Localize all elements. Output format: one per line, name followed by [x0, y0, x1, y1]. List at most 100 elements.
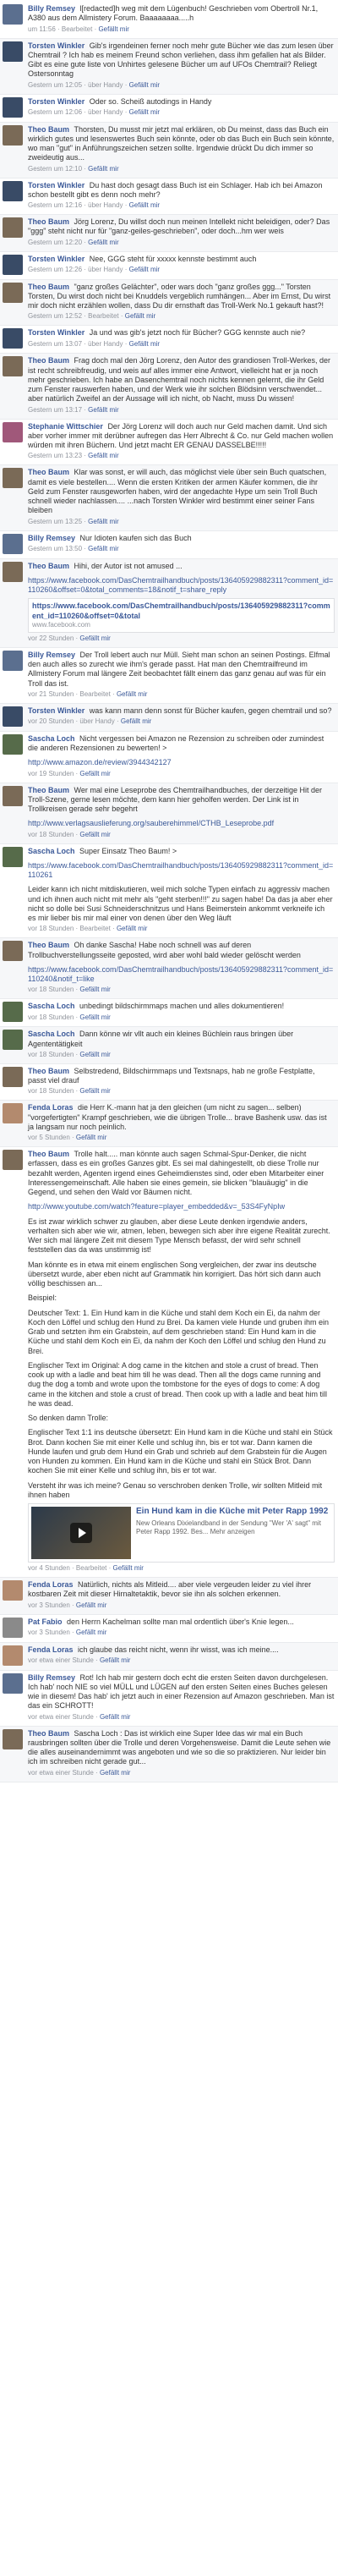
like-button[interactable]: Gefällt mir — [88, 452, 118, 459]
like-button[interactable]: Gefällt mir — [113, 1564, 144, 1572]
edited-label[interactable]: Bearbeitet — [79, 925, 110, 932]
like-button[interactable]: Gefällt mir — [129, 108, 160, 116]
like-button[interactable]: Gefällt mir — [76, 1601, 106, 1609]
avatar[interactable] — [3, 1150, 23, 1170]
like-button[interactable]: Gefällt mir — [98, 25, 128, 33]
like-button[interactable]: Gefällt mir — [129, 81, 160, 89]
comment-time[interactable]: vor 18 Stunden — [28, 1013, 74, 1021]
like-button[interactable]: Gefällt mir — [100, 1769, 130, 1777]
comment-time[interactable]: vor 18 Stunden — [28, 986, 74, 993]
like-button[interactable]: Gefällt mir — [88, 406, 118, 414]
comment-time[interactable]: vor 22 Stunden — [28, 634, 74, 642]
comment-author[interactable]: Theo Baum — [28, 562, 72, 570]
like-button[interactable]: Gefällt mir — [129, 201, 160, 209]
comment-author[interactable]: Torsten Winkler — [28, 706, 87, 715]
comment-author[interactable]: Theo Baum — [28, 941, 72, 949]
avatar[interactable] — [3, 1580, 23, 1601]
avatar[interactable] — [3, 254, 23, 275]
avatar[interactable] — [3, 124, 23, 146]
comment-time[interactable]: Gestern um 12:10 — [28, 165, 82, 173]
video-title[interactable]: Ein Hund kam in die Küche mit Peter Rapp… — [136, 1507, 331, 1518]
comment-author[interactable]: Theo Baum — [28, 125, 72, 134]
avatar[interactable] — [3, 1645, 23, 1666]
comment-author[interactable]: Theo Baum — [28, 1067, 72, 1075]
comment-link[interactable]: https://www.facebook.com/DasChemtrailhan… — [28, 576, 335, 596]
avatar[interactable] — [3, 356, 23, 377]
avatar[interactable] — [3, 4, 23, 25]
comment-time[interactable]: vor etwa einer Stunde — [28, 1656, 94, 1664]
like-button[interactable]: Gefällt mir — [76, 1134, 106, 1141]
comment-time[interactable]: vor 19 Stunden — [28, 770, 74, 777]
avatar[interactable] — [3, 96, 23, 118]
avatar[interactable] — [3, 650, 23, 671]
comment-author[interactable]: Torsten Winkler — [28, 41, 87, 50]
comment-time[interactable]: Gestern um 12:26 — [28, 266, 82, 273]
comment-time[interactable]: vor 3 Stunden — [28, 1629, 70, 1636]
comment-link[interactable]: http://www.verlagsauslieferung.org/saube… — [28, 819, 335, 828]
comment-author[interactable]: Fenda Loras — [28, 1103, 75, 1112]
avatar[interactable] — [3, 785, 23, 806]
comment-time[interactable]: vor 4 Stunden — [28, 1564, 70, 1572]
avatar[interactable] — [3, 1672, 23, 1694]
like-button[interactable]: Gefällt mir — [79, 1051, 110, 1058]
comment-time[interactable]: Gestern um 12:16 — [28, 201, 82, 209]
comment-time[interactable]: Gestern um 12:20 — [28, 239, 82, 246]
edited-label[interactable]: Bearbeitet — [76, 1564, 106, 1572]
comment-link[interactable]: http://www.amazon.de/review/3944342127 — [28, 758, 335, 767]
avatar[interactable] — [3, 561, 23, 582]
avatar[interactable] — [3, 1103, 23, 1124]
like-button[interactable]: Gefällt mir — [100, 1656, 130, 1664]
comment-author[interactable]: Theo Baum — [28, 468, 72, 476]
avatar[interactable] — [3, 468, 23, 489]
video-embed[interactable]: Ein Hund kam in die Küche mit Peter Rapp… — [28, 1503, 335, 1563]
comment-time[interactable]: vor 18 Stunden — [28, 1087, 74, 1095]
like-button[interactable]: Gefällt mir — [79, 986, 110, 993]
comment-author[interactable]: Sascha Loch — [28, 1002, 77, 1010]
like-button[interactable]: Gefällt mir — [129, 266, 160, 273]
comment-author[interactable]: Sascha Loch — [28, 847, 77, 855]
comment-time[interactable]: Gestern um 13:07 — [28, 340, 82, 348]
comment-author[interactable]: Theo Baum — [28, 1150, 72, 1158]
comment-author[interactable]: Theo Baum — [28, 356, 72, 365]
like-button[interactable]: Gefällt mir — [79, 1087, 110, 1095]
comment-author[interactable]: Billy Remsey — [28, 651, 78, 659]
link-preview-title[interactable]: https://www.facebook.com/DasChemtrailhan… — [32, 601, 330, 621]
comment-author[interactable]: Theo Baum — [28, 283, 72, 291]
video-thumbnail[interactable] — [31, 1507, 131, 1559]
like-button[interactable]: Gefällt mir — [88, 545, 118, 552]
comment-time[interactable]: Gestern um 12:52 — [28, 312, 82, 320]
like-button[interactable]: Gefällt mir — [79, 634, 110, 642]
avatar[interactable] — [3, 1066, 23, 1087]
avatar[interactable] — [3, 1728, 23, 1749]
like-button[interactable]: Gefällt mir — [88, 239, 118, 246]
like-button[interactable]: Gefällt mir — [125, 312, 155, 320]
like-button[interactable]: Gefällt mir — [121, 717, 151, 725]
comment-time[interactable]: vor 18 Stunden — [28, 1051, 74, 1058]
avatar[interactable] — [3, 1617, 23, 1638]
avatar[interactable] — [3, 733, 23, 755]
comment-author[interactable]: Fenda Loras — [28, 1645, 75, 1654]
comment-time[interactable]: Gestern um 12:05 — [28, 81, 82, 89]
avatar[interactable] — [3, 941, 23, 962]
comment-time[interactable]: vor 20 Stunden — [28, 717, 74, 725]
avatar[interactable] — [3, 41, 23, 62]
comment-author[interactable]: Theo Baum — [28, 1729, 72, 1738]
comment-link[interactable]: https://www.facebook.com/DasChemtrailhan… — [28, 861, 335, 881]
comment-time[interactable]: vor 18 Stunden — [28, 925, 74, 932]
comment-author[interactable]: Torsten Winkler — [28, 255, 87, 263]
comment-author[interactable]: Torsten Winkler — [28, 97, 87, 106]
avatar[interactable] — [3, 217, 23, 238]
comment-time[interactable]: vor 5 Stunden — [28, 1134, 70, 1141]
comment-author[interactable]: Sascha Loch — [28, 734, 77, 743]
comment-time[interactable]: vor etwa einer Stunde — [28, 1769, 94, 1777]
edited-label[interactable]: Bearbeitet — [88, 312, 118, 320]
like-button[interactable]: Gefällt mir — [100, 1713, 130, 1721]
like-button[interactable]: Gefällt mir — [76, 1629, 106, 1636]
comment-time[interactable]: Gestern um 12:06 — [28, 108, 82, 116]
avatar[interactable] — [3, 328, 23, 349]
like-button[interactable]: Gefällt mir — [117, 925, 147, 932]
comment-time[interactable]: Gestern um 13:23 — [28, 452, 82, 459]
avatar[interactable] — [3, 1030, 23, 1051]
comment-author[interactable]: Pat Fabio — [28, 1618, 64, 1626]
comment-author[interactable]: Theo Baum — [28, 786, 72, 794]
